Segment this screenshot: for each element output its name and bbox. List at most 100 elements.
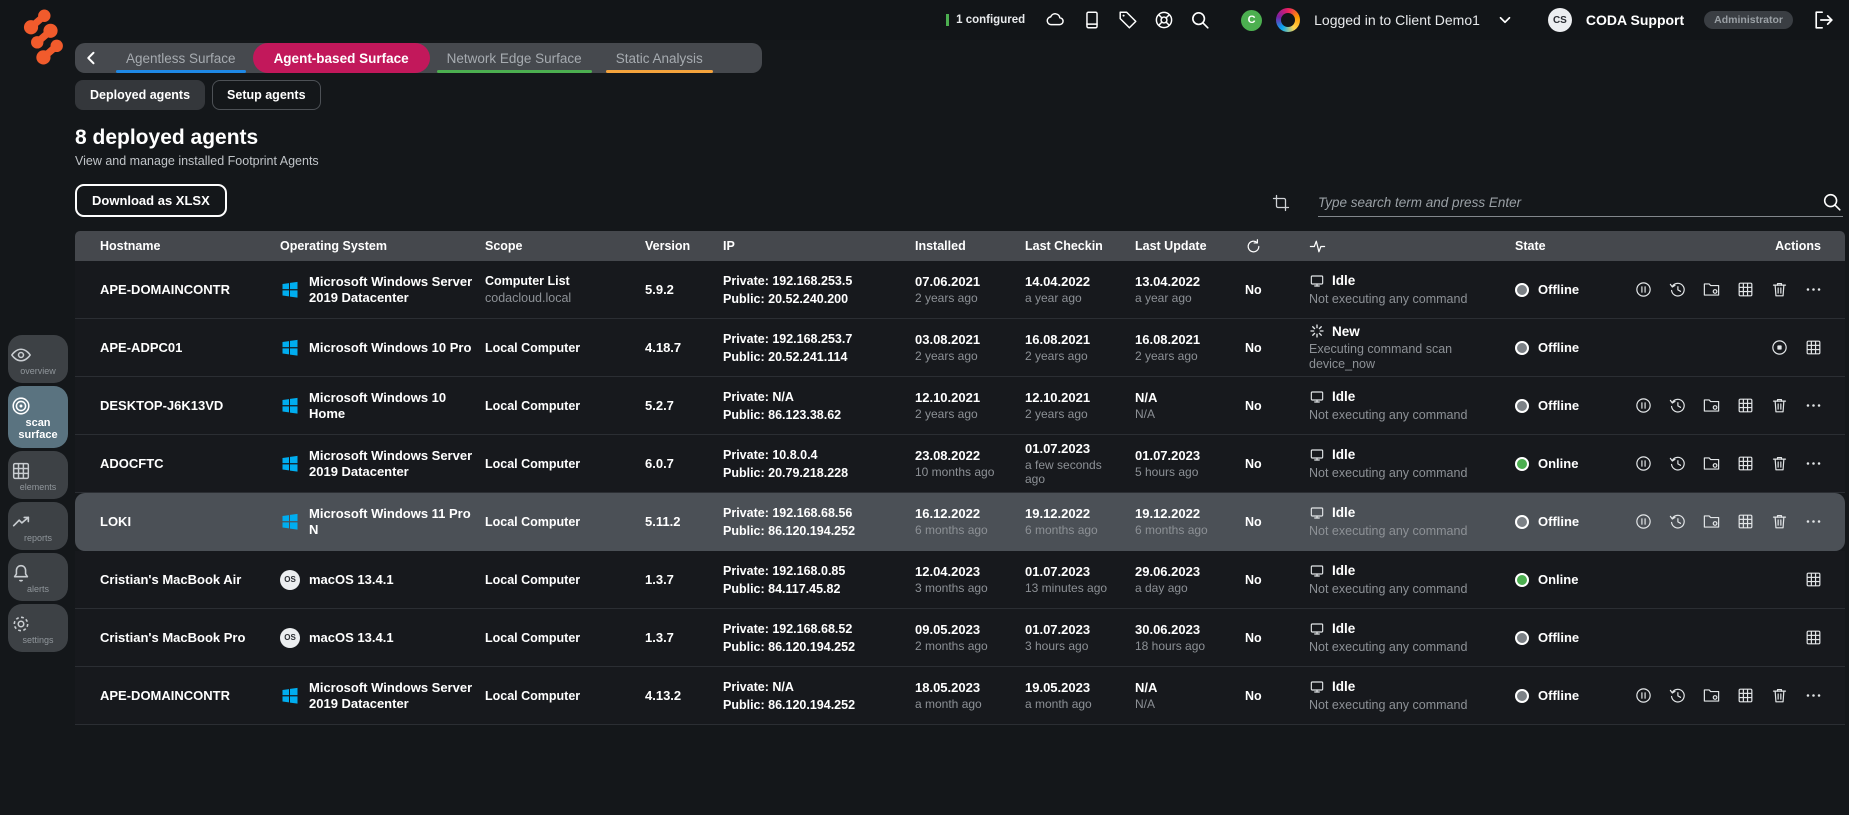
pause-circle-icon[interactable] [1634, 686, 1653, 705]
last-checkin-cell: 19.05.2023 a month ago [1025, 680, 1092, 711]
sidebar-item-reports[interactable]: reports [8, 502, 68, 550]
sidebar-item-elements[interactable]: elements [8, 451, 68, 499]
trash-icon[interactable] [1770, 686, 1789, 705]
activity-description: Not executing any command [1309, 523, 1468, 538]
pause-circle-icon[interactable] [1634, 280, 1653, 299]
support-wheel-icon[interactable] [1153, 9, 1175, 31]
os-cell: OS Microsoft Windows 10 Pro [280, 338, 485, 358]
more-icon[interactable] [1804, 280, 1823, 299]
state-dot-icon [1515, 630, 1529, 645]
grid-icon[interactable] [1736, 280, 1755, 299]
client-brand-avatar[interactable] [1276, 8, 1301, 32]
pause-circle-icon[interactable] [1634, 396, 1653, 415]
device-icon[interactable] [1081, 9, 1103, 31]
folder-scan-icon[interactable] [1702, 686, 1721, 705]
account-avatar[interactable]: CS [1547, 8, 1572, 32]
tab-static-analysis[interactable]: Static Analysis [599, 43, 720, 73]
grid-icon[interactable] [1736, 396, 1755, 415]
tab-network-edge-surface[interactable]: Network Edge Surface [430, 43, 599, 73]
trash-icon[interactable] [1770, 512, 1789, 531]
activity-label: Idle [1332, 679, 1356, 694]
chevron-down-icon[interactable] [1494, 9, 1516, 31]
folder-scan-icon[interactable] [1702, 396, 1721, 415]
col-activity [1309, 238, 1515, 255]
download-xlsx-button[interactable]: Download as XLSX [75, 184, 227, 217]
os-name: Microsoft Windows 10 Home [309, 389, 447, 421]
subtab-setup-agents[interactable]: Setup agents [212, 80, 321, 110]
state-cell: Online [1515, 456, 1650, 471]
agents-table: Hostname Operating System Scope Version … [75, 231, 1845, 725]
sidebar-item-scan-surface[interactable]: scan surface [8, 386, 68, 448]
history-icon[interactable] [1668, 396, 1687, 415]
monitor-icon [1309, 447, 1325, 463]
folder-scan-icon[interactable] [1702, 454, 1721, 473]
trash-icon[interactable] [1770, 396, 1789, 415]
more-icon[interactable] [1804, 396, 1823, 415]
search-input[interactable] [1318, 194, 1821, 210]
ip-cell: Private: 192.168.253.7 Public: 20.52.241… [723, 331, 853, 364]
history-icon[interactable] [1668, 454, 1687, 473]
grid-icon[interactable] [1736, 454, 1755, 473]
folder-scan-icon[interactable] [1702, 512, 1721, 531]
state-cell: Offline [1515, 514, 1650, 529]
stop-circle-icon[interactable] [1770, 338, 1789, 357]
trash-icon[interactable] [1770, 454, 1789, 473]
table-row[interactable]: Cristian's MacBook Air OS macOS 13.4.1 L… [75, 551, 1845, 609]
cloud-icon[interactable] [1045, 9, 1067, 31]
history-icon[interactable] [1668, 686, 1687, 705]
grid-icon[interactable] [1804, 570, 1823, 589]
folder-scan-icon[interactable] [1702, 280, 1721, 299]
state-dot-icon [1515, 282, 1529, 297]
table-row[interactable]: Cristian's MacBook Pro OS macOS 13.4.1 L… [75, 609, 1845, 667]
auto-update-flag: No [1245, 572, 1262, 587]
activity-cell: Idle Not executing any command [1309, 563, 1515, 597]
more-icon[interactable] [1804, 512, 1823, 531]
subtab-deployed-agents[interactable]: Deployed agents [75, 80, 206, 110]
pause-circle-icon[interactable] [1634, 454, 1653, 473]
table-row[interactable]: LOKI OS Microsoft Windows 11 Pro N Local… [75, 493, 1845, 551]
last-update-cell: 30.06.2023 18 hours ago [1135, 622, 1206, 653]
installed-cell: 12.04.2023 3 months ago [915, 564, 988, 595]
activity-description: Not executing any command [1309, 697, 1468, 712]
tag-icon[interactable] [1117, 9, 1139, 31]
sidebar-item-overview[interactable]: overview [8, 335, 68, 383]
table-row[interactable]: APE-DOMAINCONTR OS Microsoft Windows Ser… [75, 667, 1845, 725]
version: 5.11.2 [645, 514, 681, 529]
more-icon[interactable] [1804, 686, 1823, 705]
sidebar-item-settings[interactable]: settings [8, 604, 68, 652]
page-subtitle: View and manage installed Footprint Agen… [75, 154, 319, 168]
history-icon[interactable] [1668, 512, 1687, 531]
back-chevron-icon[interactable] [75, 43, 109, 73]
auto-update-flag: No [1245, 688, 1262, 703]
search-icon[interactable] [1821, 191, 1843, 213]
grid-icon[interactable] [1736, 512, 1755, 531]
logout-icon[interactable] [1813, 9, 1835, 31]
crop-filter-icon[interactable] [1272, 194, 1290, 212]
table-row[interactable]: DESKTOP-J6K13VD OS Microsoft Windows 10 … [75, 377, 1845, 435]
client-avatar[interactable]: C [1241, 9, 1263, 31]
search-icon[interactable] [1189, 9, 1211, 31]
tab-agent-based-surface[interactable]: Agent-based Surface [252, 43, 430, 73]
row-actions [1650, 570, 1845, 589]
trash-icon[interactable] [1770, 280, 1789, 299]
grid-icon[interactable] [1736, 686, 1755, 705]
windows-logo-icon [280, 686, 300, 706]
grid-icon[interactable] [1804, 628, 1823, 647]
more-icon[interactable] [1804, 454, 1823, 473]
last-update-cell: 19.12.2022 6 months ago [1135, 506, 1208, 537]
windows-logo-icon [280, 454, 300, 474]
table-row[interactable]: APE-DOMAINCONTR OS Microsoft Windows Ser… [75, 261, 1845, 319]
history-icon[interactable] [1668, 280, 1687, 299]
os-cell: OS Microsoft Windows 11 Pro N [280, 506, 485, 538]
logged-in-label: Logged in to Client Demo1 [1314, 12, 1480, 28]
grid-icon[interactable] [1804, 338, 1823, 357]
eye-icon [10, 344, 66, 366]
installed-cell: 03.08.2021 2 years ago [915, 332, 981, 363]
tab-agentless-surface[interactable]: Agentless Surface [109, 43, 253, 73]
hostname: APE-ADPC01 [100, 340, 183, 355]
hostname: Cristian's MacBook Pro [100, 630, 246, 645]
pause-circle-icon[interactable] [1634, 512, 1653, 531]
sidebar-item-alerts[interactable]: alerts [8, 553, 68, 601]
table-row[interactable]: ADOCFTC OS Microsoft Windows Server 2019… [75, 435, 1845, 493]
table-row[interactable]: APE-ADPC01 OS Microsoft Windows 10 Pro L… [75, 319, 1845, 377]
